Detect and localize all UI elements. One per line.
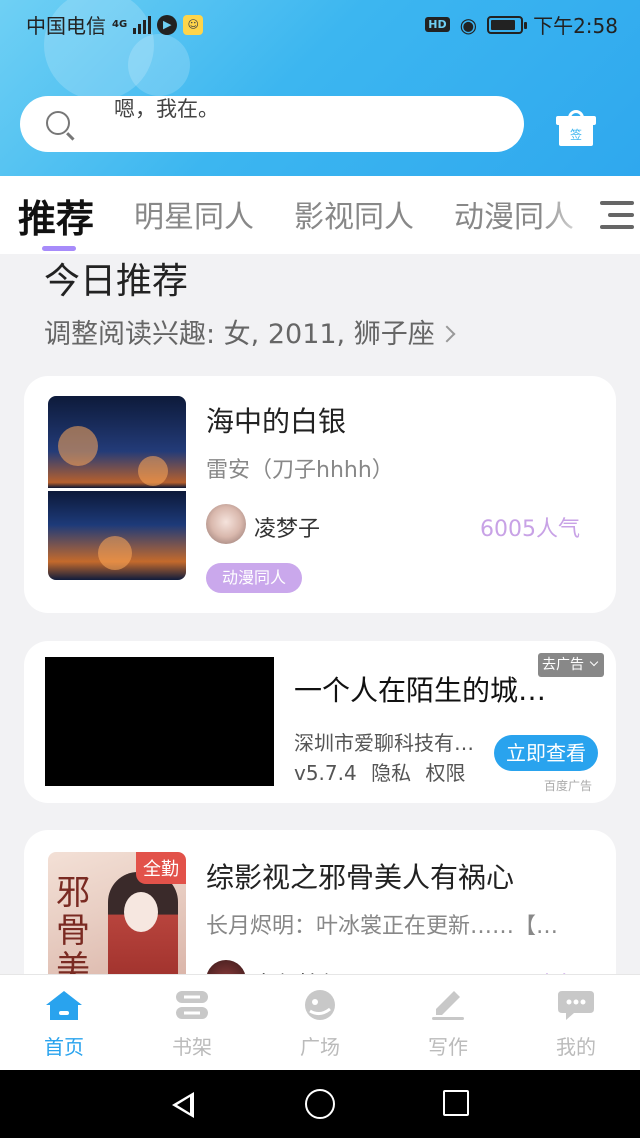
bottom-navigation: 首页 书架 广场 写作 我的 — [0, 974, 640, 1070]
ad-privacy-link[interactable]: 隐私 — [371, 761, 411, 785]
full-attendance-badge: 全勤 — [136, 852, 186, 884]
book-cover — [48, 396, 186, 580]
signal-icon — [133, 15, 152, 34]
reading-interest-link[interactable]: 调整阅读兴趣: 女, 2011, 狮子座 — [44, 312, 456, 351]
home-icon — [44, 989, 84, 1021]
nav-profile[interactable]: 我的 — [512, 989, 640, 1060]
tab-recommend[interactable]: 推荐 — [18, 188, 94, 243]
clock: 下午2:58 — [533, 14, 618, 38]
category-tabs: 推荐 明星同人 影视同人 动漫同人 — [0, 176, 640, 254]
system-navigation-bar — [0, 1070, 640, 1138]
tab-celebrity-fanfic[interactable]: 明星同人 — [134, 192, 254, 236]
author-name: 凌梦子 — [254, 517, 321, 542]
search-suggestion-ticker: 嗯，我在。 张三丰·绯色爱情 — [114, 96, 268, 152]
section-title: 今日推荐 — [44, 261, 189, 302]
nav-label: 首页 — [44, 1035, 84, 1059]
profile-icon — [556, 989, 596, 1021]
hd-icon: HD — [425, 17, 450, 32]
ad-version: v5.7.4 — [294, 761, 357, 785]
nav-write[interactable]: 写作 — [384, 989, 512, 1060]
app-notification-icon: ☺ — [183, 14, 204, 35]
tab-film-fanfic[interactable]: 影视同人 — [294, 192, 414, 236]
nav-label: 广场 — [300, 1035, 340, 1059]
ad-source: 百度广告 — [543, 779, 592, 793]
book-subtitle: 雷安（刀子hhhh） — [206, 458, 394, 483]
search-icon — [46, 111, 70, 135]
ad-image[interactable] — [45, 657, 274, 786]
ad-permissions-link[interactable]: 权限 — [425, 761, 465, 785]
search-suggestion: 嗯，我在。 — [114, 97, 219, 121]
search-bar[interactable]: 嗯，我在。 张三丰·绯色爱情 — [20, 96, 524, 152]
battery-icon — [487, 15, 528, 34]
category-menu-icon[interactable] — [600, 201, 636, 231]
nav-home[interactable]: 首页 — [0, 989, 128, 1060]
back-icon[interactable] — [172, 1092, 194, 1118]
app-header: 中国电信 4G ▶ ☺ HD ◉ 下午2:58 嗯，我在。 张三丰·绯色爱情 签 — [0, 0, 640, 176]
nav-label: 我的 — [556, 1035, 596, 1059]
network-type: 4G — [112, 19, 128, 30]
home-circle-icon[interactable] — [305, 1089, 335, 1119]
nav-bookshelf[interactable]: 书架 — [128, 989, 256, 1060]
book-cover: 邪骨美人 全勤 — [48, 852, 186, 992]
book-title: 综影视之邪骨美人有祸心 — [206, 861, 515, 894]
ad-title: 一个人在陌生的城… — [294, 674, 547, 707]
book-subtitle: 长月烬明：叶冰裳正在更新……【… — [206, 914, 559, 939]
ad-company: 深圳市爱聊科技有… — [294, 731, 474, 755]
reading-interest-text: 调整阅读兴趣: 女, 2011, 狮子座 — [44, 319, 435, 350]
play-notification-icon: ▶ — [157, 14, 178, 35]
status-bar: 中国电信 4G ▶ ☺ HD ◉ 下午2:58 — [0, 0, 640, 44]
nav-label: 书架 — [172, 1035, 212, 1059]
write-icon — [428, 989, 468, 1021]
checkin-gift-button[interactable]: 签 — [556, 110, 596, 146]
remove-ad-button[interactable]: 去广告 — [538, 653, 604, 677]
author-avatar — [206, 504, 246, 544]
nav-label: 写作 — [428, 1035, 468, 1059]
book-title: 海中的白银 — [206, 405, 347, 438]
plaza-icon — [300, 989, 340, 1021]
active-tab-indicator — [42, 246, 76, 251]
nav-plaza[interactable]: 广场 — [256, 989, 384, 1060]
popularity-count: 6005人气 — [480, 517, 580, 542]
chevron-right-icon — [438, 325, 456, 343]
ad-card[interactable]: 去广告 一个人在陌生的城… 深圳市爱聊科技有… v5.7.4 隐私 权限 立即查… — [24, 641, 616, 803]
ad-cta-button[interactable]: 立即查看 — [494, 735, 598, 771]
book-card[interactable]: 海中的白银 雷安（刀子hhhh） 凌梦子 6005人气 动漫同人 — [24, 376, 616, 613]
recent-apps-icon[interactable] — [443, 1090, 469, 1116]
bookshelf-icon — [172, 989, 212, 1021]
ad-meta: v5.7.4 隐私 权限 — [294, 757, 473, 786]
category-tag[interactable]: 动漫同人 — [206, 563, 303, 593]
search-suggestion: 张三丰·绯色爱情 — [114, 136, 268, 152]
eye-icon: ◉ — [459, 12, 478, 37]
carrier-name: 中国电信 — [26, 14, 106, 38]
checkin-label: 签 — [569, 128, 582, 142]
